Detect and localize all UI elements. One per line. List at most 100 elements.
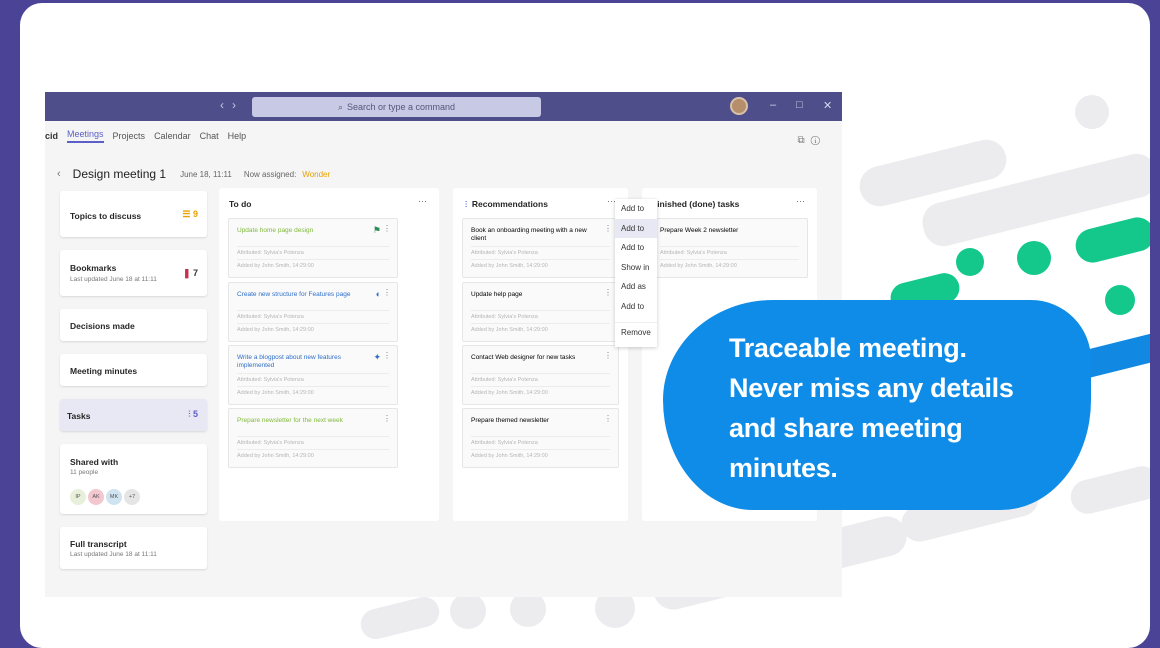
context-menu-item[interactable]: Show in — [615, 258, 657, 278]
sidebar-item-label: Meeting minutes — [70, 366, 138, 376]
callout-bubble: Traceable meeting. Never miss any detail… — [663, 300, 1091, 510]
task-added-by: Added by John Smith, 14:29:00 — [660, 263, 737, 269]
back-icon[interactable]: ‹ — [57, 168, 61, 180]
sidebar-item-label: Decisions made — [70, 321, 135, 331]
context-menu-item[interactable]: Add to — [615, 238, 657, 258]
menu-meetings[interactable]: Meetings — [67, 129, 104, 143]
task-more-icon[interactable]: ⋮ — [383, 414, 391, 423]
menu-help[interactable]: Help — [228, 131, 247, 141]
task-title: Prepare newsletter for the next week — [237, 417, 343, 424]
sidebar-item-label: Shared with — [70, 457, 119, 467]
divider — [471, 436, 610, 437]
menu-calendar[interactable]: Calendar — [154, 131, 191, 141]
sidebar-item-transcript[interactable]: Full transcript Last updated June 18 at … — [60, 527, 207, 569]
task-card[interactable]: Book an onboarding meeting with a new cl… — [462, 218, 619, 278]
user-avatar[interactable] — [730, 97, 748, 115]
back-arrow-icon[interactable]: ‹ — [220, 98, 232, 112]
task-card[interactable]: Prepare Week 2 newsletter Attributed: Syl… — [651, 218, 808, 278]
callout-line: Never miss any details — [729, 373, 1014, 403]
title-bar: ‹› ⌕ Search or type a command – □ ✕ — [45, 92, 842, 121]
sidebar-item-topics[interactable]: Topics to discuss ☰ 9 — [60, 191, 207, 237]
divider — [660, 246, 799, 247]
task-more-icon[interactable]: ⋮ — [383, 351, 391, 360]
task-assignee: Attributed: Sylvia's Potenza — [237, 250, 304, 256]
assigned-label: Now assigned: — [243, 169, 297, 179]
divider — [237, 246, 389, 247]
task-more-icon[interactable]: ⋮ — [383, 224, 391, 233]
task-added-by: Added by John Smith, 14:29:00 — [471, 327, 548, 333]
sidebar-item-decisions[interactable]: Decisions made — [60, 309, 207, 341]
context-menu-item[interactable]: Add to — [615, 218, 657, 238]
search-icon: ⌕ — [337, 101, 343, 112]
divider — [237, 373, 389, 374]
topics-count: 9 — [192, 209, 198, 219]
search-input[interactable]: ⌕ Search or type a command — [252, 97, 541, 117]
sidebar-item-shared[interactable]: Shared with 11 people IP AK MK +7 — [60, 444, 207, 514]
outlook-icon: ◐ — [375, 289, 381, 299]
more-icon[interactable]: ··· — [418, 196, 427, 206]
deco-dot — [1105, 285, 1135, 315]
task-title: Update help page — [471, 291, 523, 298]
sidebar-item-label: Bookmarks — [70, 263, 117, 273]
task-added-by: Added by John Smith, 14:29:00 — [237, 390, 314, 396]
task-assignee: Attributed: Sylvia's Potenza — [237, 377, 304, 383]
divider — [471, 310, 610, 311]
info-icon[interactable]: ⓘ — [811, 135, 826, 146]
task-added-by: Added by John Smith, 14:29:00 — [471, 390, 548, 396]
menu-chat[interactable]: Chat — [200, 131, 219, 141]
divider — [471, 259, 610, 260]
callout-line: minutes. — [729, 453, 838, 483]
avatar-more[interactable]: +7 — [124, 489, 140, 505]
menu-icons: ⧉ⓘ — [798, 135, 827, 146]
avatar[interactable]: MK — [106, 489, 122, 505]
task-more-icon[interactable]: ⋮ — [604, 288, 612, 297]
column-recommendations: ⫶ Recommendations ··· Book an onboarding… — [453, 188, 628, 521]
column-todo: To do ··· Update home page design Attribu… — [219, 188, 439, 521]
task-card[interactable]: Update home page design Attributed: Sylvi… — [228, 218, 398, 278]
task-added-by: Added by John Smith, 14:29:00 — [237, 327, 314, 333]
task-card[interactable]: Write a blogpost about new features impl… — [228, 345, 398, 405]
sidebar-item-tasks[interactable]: Tasks ⫶ 5 — [60, 399, 207, 431]
task-title: Create new structure for Features page — [237, 291, 351, 298]
task-assignee: Attributed: Sylvia's Potenza — [660, 250, 727, 256]
maximize-icon[interactable]: □ — [796, 99, 803, 111]
context-menu-item[interactable]: Add to — [615, 297, 657, 317]
task-more-icon[interactable]: ⋮ — [604, 414, 612, 423]
shared-count: 11 people — [70, 469, 99, 476]
task-card[interactable]: Update help page Attributed: Sylvia's Pot… — [462, 282, 619, 342]
meeting-title: Design meeting 1 — [72, 167, 167, 181]
task-more-icon[interactable]: ⋮ — [383, 288, 391, 297]
divider — [237, 310, 389, 311]
menu-projects[interactable]: Projects — [113, 131, 146, 141]
avatar[interactable]: AK — [88, 489, 104, 505]
task-card[interactable]: Create new structure for Features page At… — [228, 282, 398, 342]
minimize-icon[interactable]: – — [770, 99, 776, 111]
avatar[interactable]: IP — [70, 489, 86, 505]
sidebar-item-minutes[interactable]: Meeting minutes — [60, 354, 207, 386]
task-more-icon[interactable]: ⋮ — [604, 351, 612, 360]
column-title: To do — [229, 199, 252, 209]
context-menu-item[interactable]: Remove — [615, 322, 657, 342]
divider — [660, 259, 799, 260]
copy-icon[interactable]: ⧉ — [798, 135, 811, 146]
context-menu-item[interactable]: Add as — [615, 277, 657, 297]
meeting-date: June 18, 11:11 — [180, 169, 232, 179]
divider — [237, 449, 389, 450]
task-card[interactable]: Prepare newsletter for the next week Attr… — [228, 408, 398, 468]
tasks-icon: ⫶ 5 — [188, 409, 198, 419]
task-title: Write a blogpost about new features impl… — [237, 354, 341, 369]
forward-arrow-icon[interactable]: › — [232, 98, 244, 112]
deco-stripe — [1072, 213, 1150, 267]
bookmarks-count: 7 — [192, 268, 198, 278]
task-card[interactable]: Prepare themed newsletter Attributed: Syl… — [462, 408, 619, 468]
divider — [471, 373, 610, 374]
task-more-icon[interactable]: ⋮ — [604, 224, 612, 233]
task-card[interactable]: Contact Web designer for new tasks Attrib… — [462, 345, 619, 405]
bookmark-icon: ❚ 7 — [182, 268, 198, 278]
more-icon[interactable]: ··· — [796, 196, 805, 206]
sidebar-item-bookmarks[interactable]: Bookmarks Last updated June 18 at 11:11 … — [60, 250, 207, 296]
close-icon[interactable]: ✕ — [823, 99, 832, 112]
callout-line: and share meeting — [729, 413, 963, 443]
context-menu-item[interactable]: Add to — [615, 199, 657, 219]
assigned-value[interactable]: Wonder — [302, 170, 330, 179]
